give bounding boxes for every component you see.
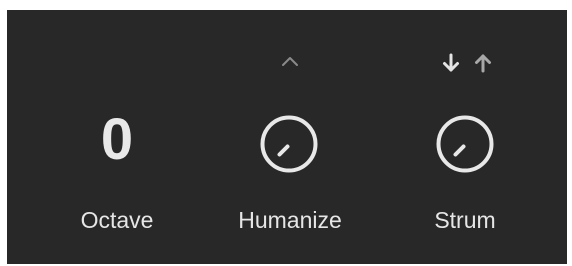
humanize-control: Humanize [210, 10, 370, 264]
arpeggiator-panel: 0 Octave Humanize Strum [7, 10, 567, 264]
arrow-down-icon[interactable] [441, 52, 461, 74]
octave-control: 0 Octave [37, 10, 197, 264]
strum-control: Strum [385, 10, 545, 264]
strum-label: Strum [434, 207, 496, 233]
octave-label: Octave [80, 207, 154, 233]
humanize-knob[interactable] [258, 113, 320, 175]
chevron-up-icon[interactable] [280, 54, 300, 68]
strum-direction-toggle [437, 52, 497, 74]
humanize-label: Humanize [238, 207, 342, 233]
strum-knob[interactable] [434, 113, 496, 175]
arrow-up-icon[interactable] [473, 52, 493, 74]
octave-value[interactable]: 0 [37, 108, 197, 172]
